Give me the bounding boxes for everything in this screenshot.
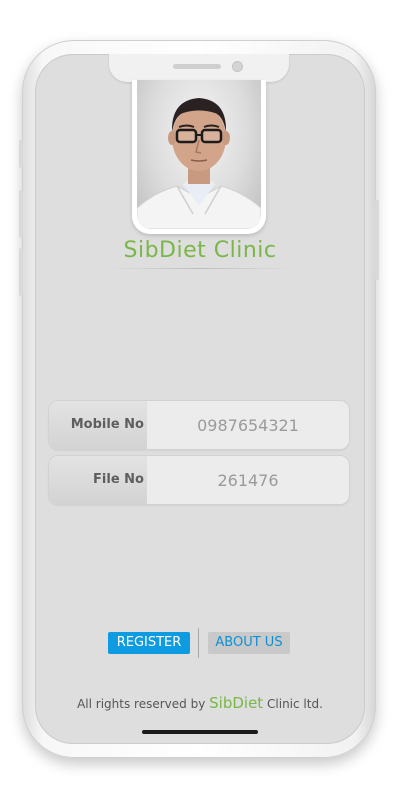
phone-volume-up-button: [19, 190, 23, 238]
footer-suffix: Clinic ltd.: [267, 697, 323, 711]
button-divider: [198, 628, 199, 658]
mobile-label: Mobile No: [49, 401, 147, 449]
about-us-button[interactable]: ABOUT US: [208, 632, 290, 654]
front-camera: [232, 61, 243, 72]
phone-power-button: [375, 200, 379, 280]
speaker-grille: [173, 64, 221, 69]
doctor-photo: [137, 80, 261, 229]
action-buttons: REGISTER ABOUT US: [35, 628, 365, 658]
home-indicator[interactable]: [142, 730, 258, 734]
footer-copyright: All rights reserved by SibDiet Clinic lt…: [35, 694, 365, 712]
doctor-photo-frame: [132, 80, 266, 234]
phone-side-button: [19, 140, 23, 168]
mobile-field[interactable]: Mobile No: [48, 400, 350, 450]
file-field[interactable]: File No: [48, 455, 350, 505]
phone-notch: [109, 54, 289, 82]
register-button[interactable]: REGISTER: [108, 632, 190, 654]
doctor-portrait-icon: [137, 98, 261, 229]
file-input[interactable]: [147, 456, 349, 504]
footer-prefix: All rights reserved by: [77, 697, 206, 711]
clinic-title: SibDiet Clinic: [123, 238, 277, 263]
phone-volume-down-button: [19, 248, 23, 296]
title-underline: [107, 268, 293, 269]
footer-brand: SibDiet: [209, 694, 264, 712]
file-label: File No: [49, 456, 147, 504]
app-screen: SibDiet Clinic Mobile No File No REGISTE…: [35, 54, 365, 744]
mobile-input[interactable]: [147, 401, 349, 449]
